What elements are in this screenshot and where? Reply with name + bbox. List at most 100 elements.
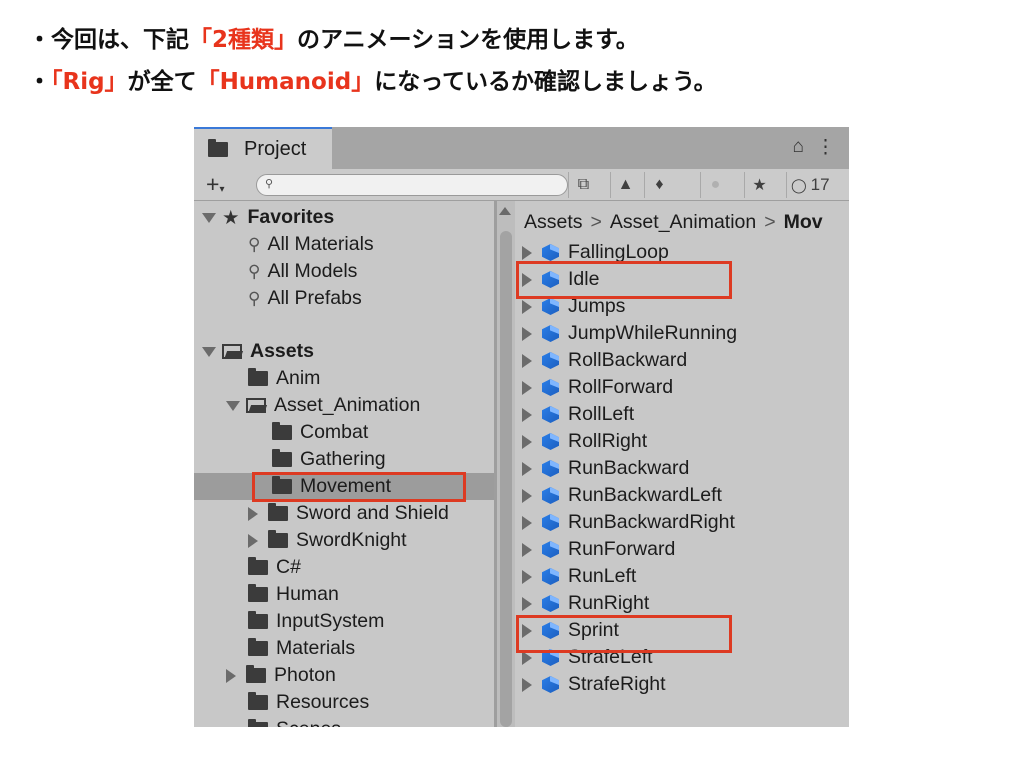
- folder-label: Photon: [274, 664, 336, 686]
- breadcrumb-asset-animation[interactable]: Asset_Animation: [610, 211, 756, 234]
- collapse-arrow-icon[interactable]: [248, 506, 258, 521]
- asset-item[interactable]: RunBackwardLeft: [522, 482, 722, 509]
- model-prefab-icon: [542, 433, 559, 450]
- model-prefab-icon: [542, 244, 559, 261]
- expand-arrow-icon[interactable]: [522, 245, 532, 260]
- asset-label: RunBackwardLeft: [568, 484, 722, 506]
- instruction-text: になっているか確認しましょう。: [374, 69, 717, 95]
- tree-folder[interactable]: SwordKnight: [248, 527, 407, 554]
- asset-item[interactable]: RunForward: [522, 536, 675, 563]
- expand-arrow-icon[interactable]: [522, 380, 532, 395]
- expand-arrow-icon[interactable]: [522, 326, 532, 341]
- tree-folder[interactable]: Scenes: [248, 716, 341, 727]
- menu-icon[interactable]: ⋮: [816, 136, 835, 159]
- tree-favorite-item[interactable]: ⚲ All Models: [248, 258, 357, 285]
- model-prefab-icon: [542, 379, 559, 396]
- tree-folder[interactable]: Resources: [248, 689, 369, 716]
- tree-folder[interactable]: Human: [248, 581, 339, 608]
- hidden-packages-toggle[interactable]: ◯ 17: [786, 172, 842, 198]
- tree-folder[interactable]: C#: [248, 554, 301, 581]
- tree-folder[interactable]: Asset_Animation: [226, 392, 420, 419]
- folder-icon: [248, 584, 268, 602]
- expand-arrow-icon[interactable]: [522, 434, 532, 449]
- eye-icon: ◯: [791, 176, 807, 193]
- expand-arrow-icon[interactable]: [522, 461, 532, 476]
- asset-item[interactable]: RunRight: [522, 590, 649, 617]
- folder-label: Gathering: [300, 448, 386, 470]
- tree-favorite-item[interactable]: ⚲ All Prefabs: [248, 285, 362, 312]
- collapse-arrow-icon[interactable]: [248, 533, 258, 548]
- create-button[interactable]: +▾: [206, 171, 224, 198]
- search-field[interactable]: ⚲: [256, 174, 568, 196]
- tree-favorite-item[interactable]: ⚲ All Materials: [248, 231, 374, 258]
- expand-arrow-icon[interactable]: [522, 515, 532, 530]
- filter-by-label-icon[interactable]: ♦: [644, 172, 674, 198]
- asset-item[interactable]: RollForward: [522, 374, 673, 401]
- folder-icon: [246, 665, 266, 683]
- breadcrumb-assets[interactable]: Assets: [524, 211, 583, 234]
- model-prefab-icon: [542, 568, 559, 585]
- asset-item[interactable]: RunBackwardRight: [522, 509, 735, 536]
- folder-icon: [248, 611, 268, 629]
- lock-icon[interactable]: ⌂: [793, 136, 804, 159]
- expand-arrow-icon[interactable]: [522, 596, 532, 611]
- expand-arrow-icon[interactable]: [522, 488, 532, 503]
- tree-folder[interactable]: Anim: [248, 365, 320, 392]
- info-icon[interactable]: ●: [700, 172, 730, 198]
- expand-arrow-icon[interactable]: [522, 569, 532, 584]
- tree-assets[interactable]: Assets: [202, 338, 314, 365]
- breadcrumb-movement[interactable]: Mov: [784, 211, 823, 234]
- star-icon: ★: [222, 206, 240, 229]
- tree-folder[interactable]: Combat: [272, 419, 368, 446]
- tree-folder[interactable]: InputSystem: [248, 608, 384, 635]
- search-input[interactable]: [281, 177, 555, 195]
- search-icon: ⚲: [248, 261, 261, 281]
- tree-folder[interactable]: Gathering: [272, 446, 386, 473]
- tab-bar: Project ⌂ ⋮: [194, 127, 849, 169]
- collapse-arrow-icon[interactable]: [226, 668, 236, 683]
- expand-arrow-icon[interactable]: [202, 346, 216, 357]
- highlight-box-idle: [516, 261, 732, 299]
- search-mode-button[interactable]: ⧉: [568, 172, 598, 198]
- tree-folder[interactable]: Materials: [248, 635, 355, 662]
- favorite-star-icon[interactable]: ★: [744, 172, 774, 198]
- model-prefab-icon: [542, 352, 559, 369]
- asset-item[interactable]: RunLeft: [522, 563, 636, 590]
- folder-icon: [268, 530, 288, 548]
- tab-project[interactable]: Project: [194, 127, 332, 169]
- asset-label: RunBackward: [568, 457, 690, 479]
- folder-label: Scenes: [276, 718, 341, 727]
- expand-arrow-icon[interactable]: [522, 407, 532, 422]
- filter-by-type-icon[interactable]: ▲: [610, 172, 640, 198]
- asset-item[interactable]: RollBackward: [522, 347, 687, 374]
- expand-arrow-icon[interactable]: [202, 212, 216, 223]
- asset-label: RollForward: [568, 376, 674, 398]
- folder-icon: [248, 638, 268, 656]
- asset-item[interactable]: StrafeRight: [522, 671, 666, 698]
- folder-label: SwordKnight: [296, 529, 407, 551]
- expand-arrow-icon[interactable]: [226, 400, 240, 411]
- instruction-text: のアニメーションを使用します。: [297, 27, 639, 53]
- highlight-box-sprint: [516, 615, 732, 653]
- search-icon: ⚲: [248, 288, 261, 308]
- scroll-up-arrow-icon[interactable]: [499, 207, 511, 215]
- model-prefab-icon: [542, 676, 559, 693]
- model-prefab-icon: [542, 541, 559, 558]
- expand-arrow-icon[interactable]: [522, 299, 532, 314]
- tree-folder[interactable]: Photon: [226, 662, 336, 689]
- tree-folder[interactable]: Sword and Shield: [248, 500, 449, 527]
- asset-item[interactable]: RollLeft: [522, 401, 634, 428]
- expand-arrow-icon[interactable]: [522, 677, 532, 692]
- asset-item[interactable]: RollRight: [522, 428, 647, 455]
- instruction-text: 今回は、下記: [51, 27, 189, 53]
- asset-item[interactable]: RunBackward: [522, 455, 689, 482]
- expand-arrow-icon[interactable]: [522, 353, 532, 368]
- tree-favorites[interactable]: ★ Favorites: [202, 204, 334, 231]
- instruction-text: が全て: [127, 69, 197, 95]
- scrollbar-thumb[interactable]: [500, 231, 512, 727]
- folder-label: Materials: [276, 637, 356, 659]
- expand-arrow-icon[interactable]: [522, 542, 532, 557]
- model-prefab-icon: [542, 406, 559, 423]
- asset-item[interactable]: JumpWhileRunning: [522, 320, 737, 347]
- project-window: Project ⌂ ⋮ +▾ ⚲ ⧉ ▲ ♦ ● ★ ◯ 17 ★ Favori…: [194, 127, 849, 727]
